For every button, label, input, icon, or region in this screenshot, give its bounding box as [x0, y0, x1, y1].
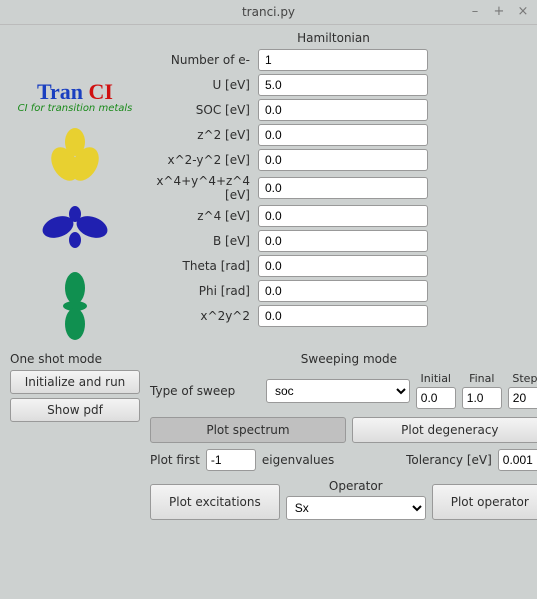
z4-label: z^4 [eV] [140, 209, 258, 223]
u-input[interactable] [258, 74, 428, 96]
soc-input[interactable] [258, 99, 428, 121]
phi-input[interactable] [258, 280, 428, 302]
x2y2-input[interactable] [258, 149, 428, 171]
sweep-type-select[interactable]: soc [266, 379, 410, 403]
plot-first-input[interactable] [206, 449, 256, 471]
z2-input[interactable] [258, 124, 428, 146]
initial-label: Initial [421, 372, 451, 385]
x2y2b-input[interactable] [258, 305, 428, 327]
soc-label: SOC [eV] [140, 103, 258, 117]
titlebar: tranci.py – + × [0, 0, 537, 25]
app-logo: Tran CI [37, 79, 113, 105]
phi-label: Phi [rad] [140, 284, 258, 298]
minimize-icon[interactable]: – [467, 3, 483, 19]
plot-spectrum-button[interactable]: Plot spectrum [150, 417, 346, 443]
orbital-blue-icon [40, 202, 110, 252]
maximize-icon[interactable]: + [491, 3, 507, 19]
plot-first-label: Plot first [150, 453, 200, 467]
orbital-yellow-icon [45, 124, 105, 184]
z2-label: z^2 [eV] [140, 128, 258, 142]
sweep-type-label: Type of sweep [150, 384, 260, 398]
n-e-label: Number of e- [140, 53, 258, 67]
oneshot-title: One shot mode [10, 352, 140, 366]
x2y2b-label: x^2y^2 [140, 309, 258, 323]
x4y4z4-label: x^4+y^4+z^4 [eV] [140, 174, 258, 202]
u-label: U [eV] [140, 78, 258, 92]
plot-excitations-button[interactable]: Plot excitations [150, 484, 280, 520]
initialize-run-button[interactable]: Initialize and run [10, 370, 140, 394]
steps-input[interactable] [508, 387, 537, 409]
b-input[interactable] [258, 230, 428, 252]
sweep-title: Sweeping mode [150, 352, 537, 366]
x4y4z4-input[interactable] [258, 177, 428, 199]
final-label: Final [469, 372, 494, 385]
hamiltonian-title: Hamiltonian [140, 31, 527, 45]
eigenvalues-label: eigenvalues [262, 453, 334, 467]
operator-label: Operator [329, 479, 383, 493]
window-title: tranci.py [242, 5, 295, 19]
operator-select[interactable]: Sx [286, 496, 426, 520]
close-icon[interactable]: × [515, 3, 531, 19]
final-input[interactable] [462, 387, 502, 409]
theta-label: Theta [rad] [140, 259, 258, 273]
plot-operator-button[interactable]: Plot operator [432, 484, 537, 520]
n-e-input[interactable] [258, 49, 428, 71]
tolerancy-input[interactable] [498, 449, 537, 471]
plot-degeneracy-button[interactable]: Plot degeneracy [352, 417, 537, 443]
show-pdf-button[interactable]: Show pdf [10, 398, 140, 422]
app-subtitle: CI for transition metals [18, 103, 133, 114]
initial-input[interactable] [416, 387, 456, 409]
orbital-green-icon [55, 270, 95, 340]
x2y2-label: x^2-y^2 [eV] [140, 153, 258, 167]
steps-label: Steps [512, 372, 537, 385]
z4-input[interactable] [258, 205, 428, 227]
tolerancy-label: Tolerancy [eV] [406, 453, 492, 467]
b-label: B [eV] [140, 234, 258, 248]
theta-input[interactable] [258, 255, 428, 277]
